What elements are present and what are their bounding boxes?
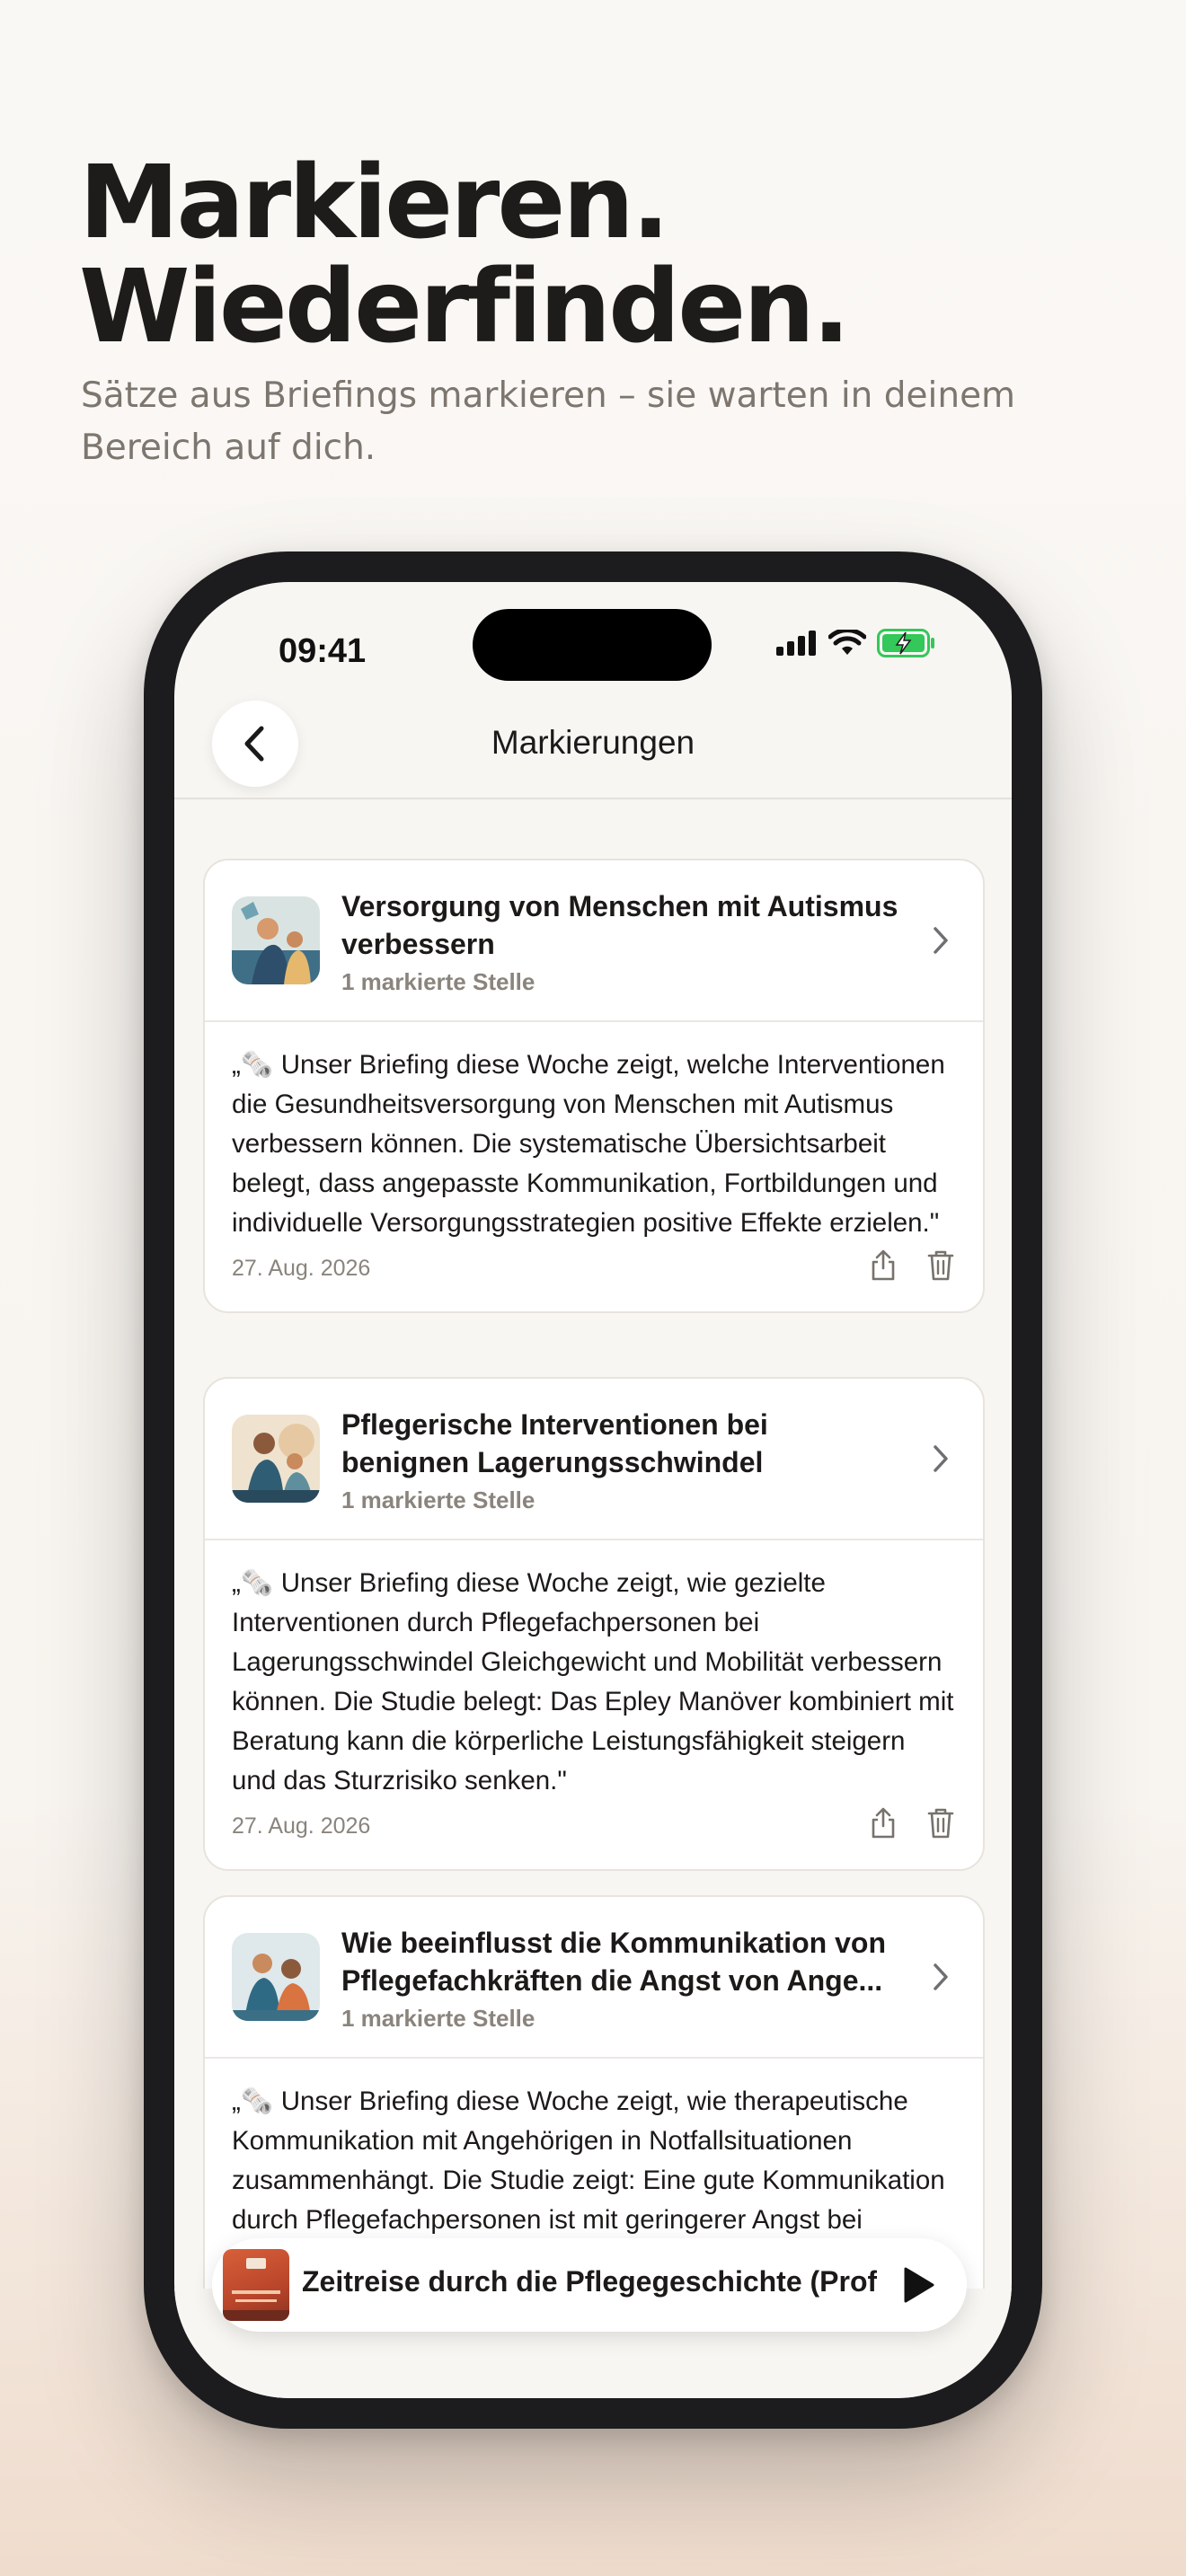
dynamic-island xyxy=(473,609,712,681)
headline-line-2: Wiederfinden. xyxy=(79,249,851,366)
subline: Sätze aus Briefings markieren – sie wart… xyxy=(81,375,1016,468)
navigation-bar: Markierungen xyxy=(174,690,1012,799)
card-title: Versorgung von Menschen mit Autismus ver… xyxy=(341,887,916,963)
card-footer: 27. Aug. 2026 xyxy=(205,1801,983,1869)
share-icon[interactable] xyxy=(868,1806,898,1840)
highlight-quote: „🗞️ Unser Briefing diese Woche zeigt, we… xyxy=(232,1050,945,1238)
card-header[interactable]: Wie beeinflusst die Kommunikation von Pf… xyxy=(205,1897,983,2059)
cellular-signal-icon xyxy=(776,631,816,656)
phone-frame: 09:41 Markierungen Versorgung von Mensch… xyxy=(144,551,1042,2429)
briefing-thumbnail xyxy=(232,896,320,984)
briefing-thumbnail xyxy=(232,1415,320,1503)
chevron-right-icon xyxy=(934,1963,948,1990)
page-title: Markierungen xyxy=(491,724,695,761)
highlight-date: 27. Aug. 2026 xyxy=(232,1813,371,1839)
card-title-line-2: Pflegefachkräften die Angst von Ange... xyxy=(341,1964,883,1997)
mini-player[interactable]: Zeitreise durch die Pflegegeschichte (Pr… xyxy=(212,2238,967,2332)
highlight-quote: „🗞️ Unser Briefing diese Woche zeigt, wi… xyxy=(232,1568,954,1795)
card-title-line-1: Wie beeinflusst die Kommunikation von xyxy=(341,1927,886,1959)
chevron-right-icon xyxy=(934,1445,948,1472)
card-title-line-1: Pflegerische Interventionen bei xyxy=(341,1408,768,1441)
share-icon[interactable] xyxy=(868,1248,898,1283)
highlight-count: 1 markierte Stelle xyxy=(341,2005,535,2032)
highlight-count: 1 markierte Stelle xyxy=(341,968,535,995)
status-icons xyxy=(776,629,936,657)
chevron-right-icon xyxy=(934,927,948,954)
card-title-line-2: verbessern xyxy=(341,928,495,960)
card-title-line-2: benignen Lagerungsschwindel xyxy=(341,1446,764,1478)
card-title-line-1: Versorgung von Menschen mit Autismus xyxy=(341,890,898,922)
status-time: 09:41 xyxy=(279,632,367,670)
briefing-thumbnail xyxy=(232,1933,320,2021)
headline: Markieren. Wiederfinden. xyxy=(79,145,851,366)
highlight-date: 27. Aug. 2026 xyxy=(232,1256,371,1281)
card-actions xyxy=(868,1248,956,1283)
trash-icon[interactable] xyxy=(925,1248,956,1283)
play-icon[interactable] xyxy=(900,2265,936,2305)
episode-thumbnail xyxy=(223,2249,289,2321)
card-header[interactable]: Versorgung von Menschen mit Autismus ver… xyxy=(205,860,983,1022)
headline-line-1: Markieren. xyxy=(79,145,670,261)
highlight-card: Versorgung von Menschen mit Autismus ver… xyxy=(203,859,985,1313)
card-footer: 27. Aug. 2026 xyxy=(205,1243,983,1311)
battery-charging-icon xyxy=(877,629,934,657)
card-title: Pflegerische Interventionen bei benignen… xyxy=(341,1406,916,1481)
phone-screen: 09:41 Markierungen Versorgung von Mensch… xyxy=(174,582,1012,2398)
trash-icon[interactable] xyxy=(925,1806,956,1840)
highlight-card: Pflegerische Interventionen bei benignen… xyxy=(203,1377,985,1871)
card-actions xyxy=(868,1806,956,1840)
wifi-icon xyxy=(828,630,866,655)
card-header[interactable]: Pflegerische Interventionen bei benignen… xyxy=(205,1379,983,1540)
card-title: Wie beeinflusst die Kommunikation von Pf… xyxy=(341,1924,916,1999)
episode-title: Zeitreise durch die Pflegegeschichte (Pr… xyxy=(302,2265,877,2298)
highlight-count: 1 markierte Stelle xyxy=(341,1486,535,1513)
